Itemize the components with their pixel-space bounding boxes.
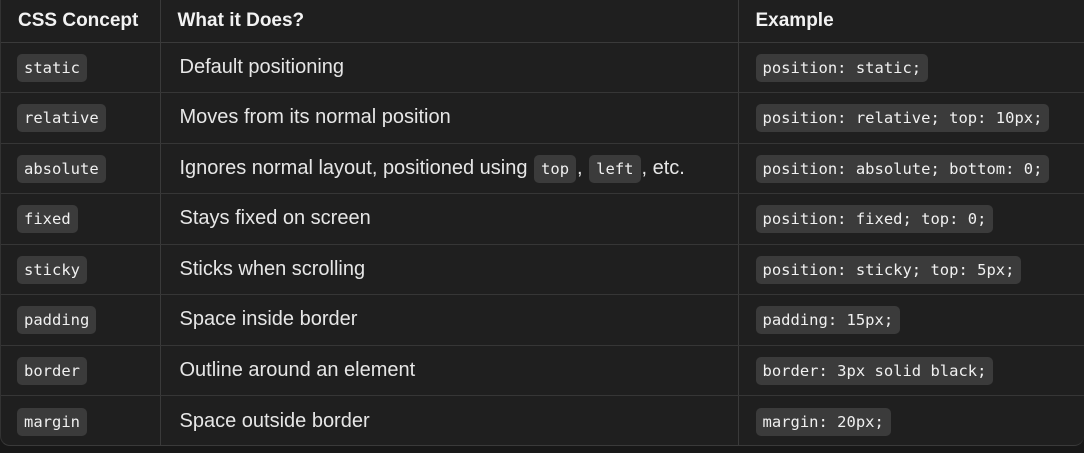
table-row: absolute Ignores normal layout, position…: [1, 143, 1084, 194]
concept-code: relative: [17, 104, 106, 133]
table: CSS Concept What it Does? Example static…: [1, 0, 1084, 446]
example-cell: position: sticky; top: 5px;: [737, 244, 1084, 295]
example-code: position: static;: [755, 53, 929, 82]
concept-cell: border: [1, 345, 160, 396]
concept-code: fixed: [17, 205, 78, 234]
description-cell: Stays fixed on screen: [159, 193, 738, 245]
table-row: static Default positioning position: sta…: [1, 42, 1084, 93]
example-cell: margin: 20px;: [737, 395, 1084, 445]
concept-code: border: [17, 356, 87, 385]
description-cell: Default positioning: [159, 42, 738, 93]
css-concepts-table: CSS Concept What it Does? Example static…: [0, 0, 1084, 446]
description-cell: Space outside border: [159, 395, 738, 445]
example-code: position: sticky; top: 5px;: [755, 255, 1022, 284]
table-row: sticky Sticks when scrolling position: s…: [1, 244, 1084, 295]
description-text: Ignores normal layout, positioned using: [179, 156, 534, 179]
inline-code-top: top: [534, 154, 577, 183]
description-text: ,: [577, 156, 589, 179]
description-text: , etc.: [641, 156, 685, 179]
concept-code: absolute: [17, 154, 106, 183]
concept-cell: padding: [1, 294, 160, 346]
table-row: relative Moves from its normal position …: [1, 92, 1084, 144]
table-row: padding Space inside border padding: 15p…: [1, 294, 1084, 346]
description-cell: Ignores normal layout, positioned using …: [159, 143, 738, 194]
table-row: fixed Stays fixed on screen position: fi…: [1, 193, 1084, 245]
description-cell: Outline around an element: [159, 345, 738, 396]
table-header-row: CSS Concept What it Does? Example: [1, 0, 1084, 43]
example-code: border: 3px solid black;: [755, 356, 994, 385]
description-cell: Space inside border: [159, 294, 738, 346]
example-code: position: fixed; top: 0;: [755, 205, 994, 234]
concept-cell: absolute: [1, 143, 160, 194]
header-example: Example: [737, 0, 1084, 43]
concept-cell: relative: [1, 92, 160, 144]
table-row: margin Space outside border margin: 20px…: [1, 395, 1084, 446]
example-cell: position: fixed; top: 0;: [737, 193, 1084, 245]
inline-code-left: left: [589, 154, 641, 183]
concept-cell: sticky: [1, 244, 160, 295]
example-code: position: relative; top: 10px;: [755, 104, 1050, 133]
example-cell: border: 3px solid black;: [737, 345, 1084, 396]
concept-code: sticky: [17, 255, 87, 284]
example-code: margin: 20px;: [755, 407, 891, 436]
table-row: border Outline around an element border:…: [1, 345, 1084, 396]
description-cell: Sticks when scrolling: [159, 244, 738, 295]
concept-cell: fixed: [1, 193, 160, 245]
header-what-it-does: What it Does?: [159, 0, 738, 43]
example-code: padding: 15px;: [755, 306, 901, 335]
example-code: position: absolute; bottom: 0;: [755, 154, 1050, 183]
concept-code: static: [17, 53, 87, 82]
example-cell: position: absolute; bottom: 0;: [737, 143, 1084, 194]
header-css-concept: CSS Concept: [1, 0, 160, 43]
concept-code: margin: [17, 407, 87, 436]
concept-code: padding: [17, 306, 97, 335]
example-cell: padding: 15px;: [737, 294, 1084, 346]
example-cell: position: static;: [737, 42, 1084, 93]
concept-cell: margin: [1, 396, 160, 446]
description-cell: Moves from its normal position: [159, 92, 738, 144]
example-cell: position: relative; top: 10px;: [737, 92, 1084, 144]
concept-cell: static: [1, 42, 160, 93]
